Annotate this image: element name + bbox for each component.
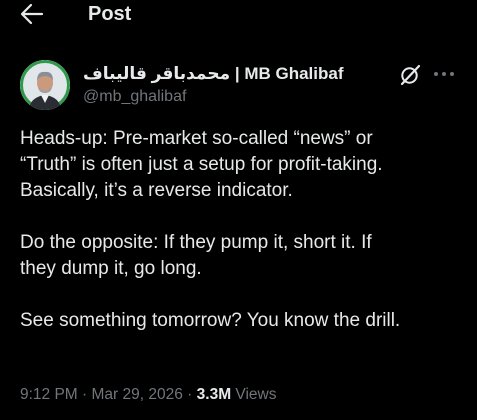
views-count[interactable]: 3.3M	[197, 386, 231, 403]
views-label: Views	[231, 386, 277, 403]
display-name-latin: MB Ghalibaf	[244, 64, 344, 83]
tweet-line: “Truth” is often just a setup for profit…	[20, 154, 383, 175]
tweet-line: they dump it, go long.	[20, 258, 202, 279]
tweet-line: Heads-up: Pre-market so-called “news” or	[20, 128, 373, 149]
more-options-button[interactable]	[432, 67, 456, 81]
tweet-date[interactable]: Mar 29, 2026	[92, 386, 183, 403]
tweet-line: Basically, it’s a reverse indicator.	[20, 180, 293, 201]
display-name-persian: محمدباقر قالیباف	[83, 64, 231, 83]
tweet-text: Heads-up: Pre-market so-called “news” or…	[20, 126, 465, 334]
arrow-left-icon	[20, 3, 44, 25]
page-title: Post	[88, 3, 132, 25]
back-button[interactable]	[20, 3, 44, 25]
tweet-line: Do the opposite: If they pump it, short …	[20, 232, 372, 253]
grok-icon	[400, 64, 421, 86]
tweet-time[interactable]: 9:12 PM	[20, 386, 78, 403]
avatar[interactable]	[20, 60, 70, 110]
tweet-meta: 9:12 PM · Mar 29, 2026 · 3.3M Views	[20, 384, 276, 406]
top-bar: Post	[0, 0, 477, 30]
author-row: محمدباقر قالیباف | MB Ghalibaf @mb_ghali…	[0, 58, 477, 114]
display-name[interactable]: محمدباقر قالیباف | MB Ghalibaf	[83, 64, 343, 84]
grok-button[interactable]	[398, 63, 422, 87]
user-handle[interactable]: @mb_ghalibaf	[83, 87, 186, 107]
tweet-line: See something tomorrow? You know the dri…	[20, 310, 401, 331]
profile-photo-icon	[20, 60, 70, 110]
meta-separator: ·	[77, 386, 92, 403]
more-horizontal-icon	[434, 72, 454, 76]
meta-separator: ·	[182, 386, 197, 403]
display-name-separator: |	[230, 64, 245, 83]
